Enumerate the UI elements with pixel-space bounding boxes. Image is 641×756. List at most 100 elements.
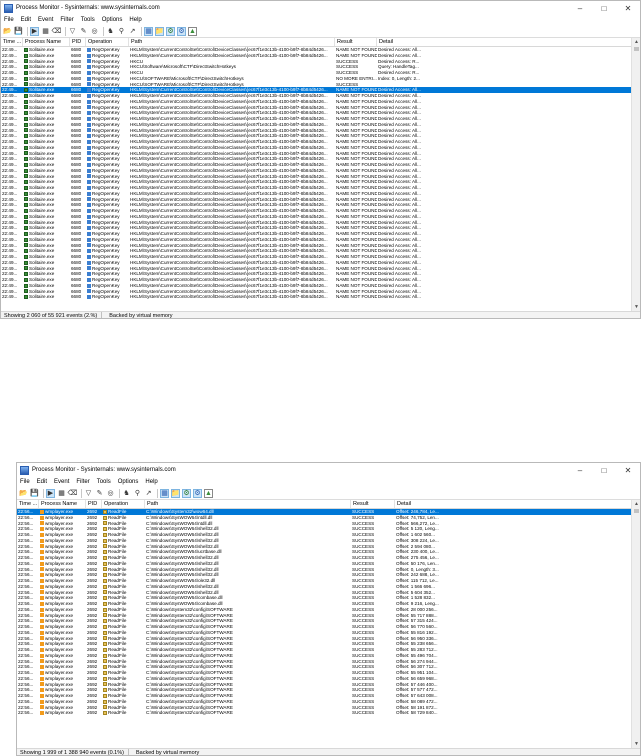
col-pid[interactable]: PID xyxy=(70,38,86,46)
cell-time-text: 22:56... xyxy=(18,583,34,589)
scroll-up-icon[interactable]: ▲ xyxy=(632,38,640,46)
menu-filter[interactable]: Filter xyxy=(76,479,89,485)
scroll-down-icon[interactable]: ▼ xyxy=(632,740,640,748)
clear-icon[interactable]: ⌫ xyxy=(68,489,78,498)
menu-edit[interactable]: Edit xyxy=(21,17,31,23)
solitaire-app-icon xyxy=(24,70,28,75)
cell-result-text: SUCCESS xyxy=(352,704,375,710)
menu-edit[interactable]: Edit xyxy=(37,479,47,485)
menu-tools[interactable]: Tools xyxy=(81,17,95,23)
menu-help[interactable]: Help xyxy=(145,479,157,485)
col-operation[interactable]: Operation xyxy=(86,38,129,46)
process-icon[interactable]: ⚙ xyxy=(177,26,186,36)
menu-filter[interactable]: Filter xyxy=(60,17,73,23)
profiling-icon[interactable]: ▲ xyxy=(188,26,197,36)
cell-operation-text: ReadFile xyxy=(108,606,127,612)
cell-path-text: HKLM\System\CurrentControlSet\Control\De… xyxy=(130,52,328,58)
vertical-scrollbar[interactable]: ▲ ▼ xyxy=(631,500,640,748)
highlight-icon[interactable]: ✎ xyxy=(95,489,104,498)
open-icon[interactable]: 📂 xyxy=(3,27,12,36)
menu-event[interactable]: Event xyxy=(38,17,53,23)
close-icon[interactable]: ✕ xyxy=(616,463,640,477)
jump-icon[interactable]: ↗ xyxy=(144,489,153,498)
find-icon[interactable]: ⚲ xyxy=(133,489,142,498)
maximize-icon[interactable]: □ xyxy=(592,463,616,477)
include-process-icon[interactable]: ◎ xyxy=(106,489,115,498)
col-result[interactable]: Result xyxy=(351,500,395,508)
col-time[interactable]: Time ... xyxy=(17,500,39,508)
col-detail[interactable]: Detail xyxy=(377,38,633,46)
cell-operation-text: ReadFile xyxy=(108,624,127,629)
toolbar-separator xyxy=(103,26,104,36)
scroll-down-icon[interactable]: ▼ xyxy=(632,303,640,311)
minimize-icon[interactable]: – xyxy=(568,463,592,477)
capture-icon[interactable]: ▶ xyxy=(30,26,39,36)
registry-icon[interactable]: ▦ xyxy=(160,488,169,498)
col-detail[interactable]: Detail xyxy=(395,500,633,508)
title-bar[interactable]: Process Monitor - Sysinternals: www.sysi… xyxy=(17,463,640,477)
open-icon[interactable]: 📂 xyxy=(19,489,28,498)
col-operation[interactable]: Operation xyxy=(102,500,145,508)
menu-options[interactable]: Options xyxy=(102,17,123,23)
table-row[interactable]: 22:56... wmplayer.exe 2692 ReadFile C:\Windo… xyxy=(17,710,633,716)
title-bar[interactable]: Process Monitor - Sysinternals: www.sysi… xyxy=(1,1,640,15)
status-event-count: Showing 1 999 of 1 388 940 events (0.1%) xyxy=(20,749,124,756)
highlight-icon[interactable]: ✎ xyxy=(79,27,88,36)
save-icon[interactable]: 💾 xyxy=(30,489,39,498)
close-icon[interactable]: ✕ xyxy=(616,1,640,15)
jump-icon[interactable]: ↗ xyxy=(128,27,137,36)
col-time[interactable]: Time ... xyxy=(1,38,23,46)
registry-icon[interactable]: ▦ xyxy=(144,26,153,36)
scroll-thumb[interactable] xyxy=(634,47,639,51)
find-icon[interactable]: ⚲ xyxy=(117,27,126,36)
network-icon[interactable]: ⚙ xyxy=(182,488,191,498)
procmon-app-icon xyxy=(4,3,13,13)
cell-time-text: 22:56... xyxy=(18,566,34,572)
menu-file[interactable]: File xyxy=(4,17,14,23)
table-row[interactable]: 22:49... Solitaire.exe 6680 RegOpenKey HKLM\… xyxy=(1,294,633,300)
status-event-count: Showing 2 060 of 55 921 events (2.%) xyxy=(4,312,98,319)
menu-event[interactable]: Event xyxy=(54,479,69,485)
maximize-icon[interactable]: □ xyxy=(592,1,616,15)
cell-operation-text: ReadFile xyxy=(108,520,127,526)
process-icon[interactable]: ⚙ xyxy=(193,488,202,498)
profiling-icon[interactable]: ▲ xyxy=(204,488,213,498)
vertical-scrollbar[interactable]: ▲ ▼ xyxy=(631,38,640,311)
wmplayer-app-icon xyxy=(40,515,44,520)
col-result[interactable]: Result xyxy=(335,38,377,46)
autoscroll-icon[interactable]: ▦ xyxy=(57,489,66,498)
col-path[interactable]: Path xyxy=(145,500,351,508)
process-tree-icon[interactable]: ♞ xyxy=(106,27,115,36)
cell-path-text: HKLM\System\CurrentControlSet\Control\De… xyxy=(130,242,328,248)
capture-icon[interactable]: ▶ xyxy=(46,488,55,498)
menu-options[interactable]: Options xyxy=(118,479,139,485)
registry-key-icon xyxy=(87,283,91,288)
col-process-name[interactable]: Process Name xyxy=(39,500,86,508)
filesystem-icon[interactable]: 📁 xyxy=(155,26,164,36)
process-tree-icon[interactable]: ♞ xyxy=(122,489,131,498)
minimize-icon[interactable]: – xyxy=(568,1,592,15)
network-icon[interactable]: ⚙ xyxy=(166,26,175,36)
menu-tools[interactable]: Tools xyxy=(97,479,111,485)
filter-icon[interactable]: ▽ xyxy=(68,27,77,36)
cell-pid-text: 2692 xyxy=(87,549,98,555)
cell-time-text: 22:56... xyxy=(18,647,34,652)
col-pid[interactable]: PID xyxy=(86,500,102,508)
col-process-name[interactable]: Process Name xyxy=(23,38,70,46)
clear-icon[interactable]: ⌫ xyxy=(52,27,62,36)
scroll-up-icon[interactable]: ▲ xyxy=(632,500,640,508)
col-path[interactable]: Path xyxy=(129,38,335,46)
registry-key-icon xyxy=(87,145,91,150)
menu-file[interactable]: File xyxy=(20,479,30,485)
cell-detail-text: Desired Access: All... xyxy=(378,213,421,219)
cell-pid-text: 2692 xyxy=(87,698,98,704)
cell-operation-text: RegOpenKey xyxy=(92,70,120,75)
menu-help[interactable]: Help xyxy=(129,17,141,23)
filesystem-icon[interactable]: 📁 xyxy=(171,488,180,498)
save-icon[interactable]: 💾 xyxy=(14,27,23,36)
filter-icon[interactable]: ▽ xyxy=(84,489,93,498)
include-process-icon[interactable]: ◎ xyxy=(90,27,99,36)
scroll-thumb[interactable] xyxy=(634,509,639,513)
cell-detail-text: Desired Access: All... xyxy=(378,144,421,150)
autoscroll-icon[interactable]: ▦ xyxy=(41,27,50,36)
